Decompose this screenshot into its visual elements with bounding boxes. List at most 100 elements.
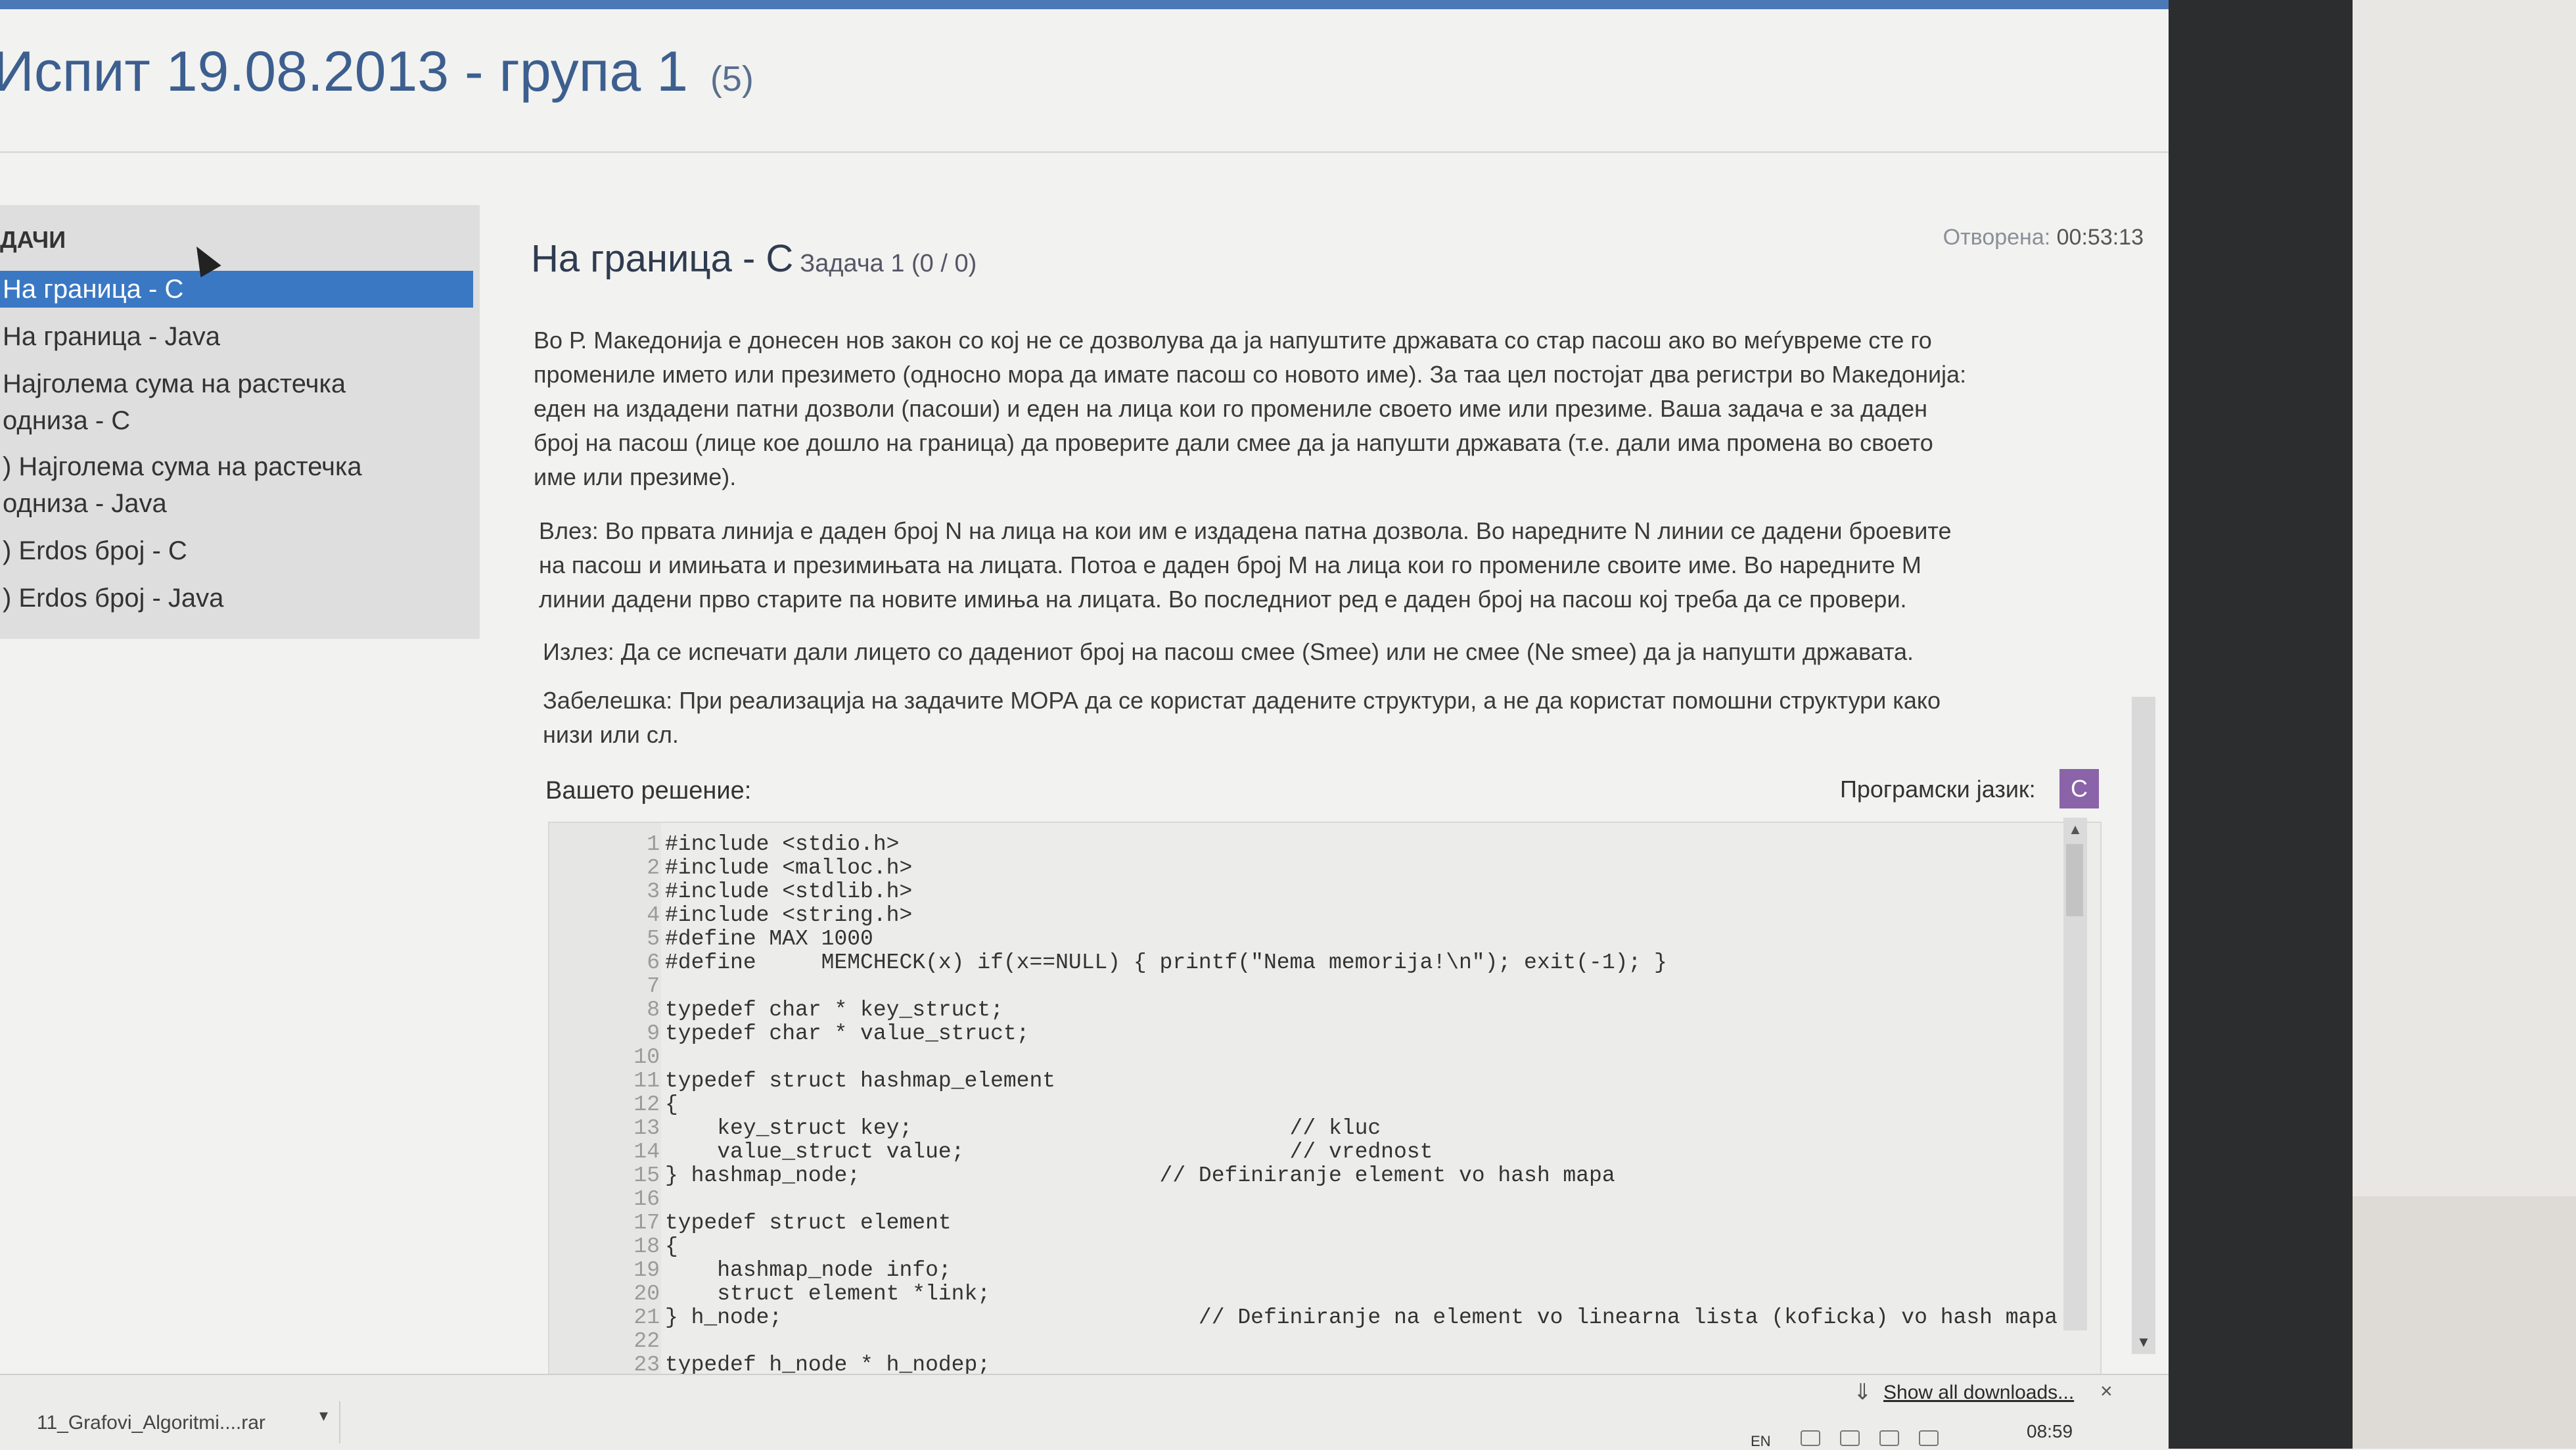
solution-label: Вашето решение: bbox=[545, 777, 752, 805]
line-number: 18 bbox=[633, 1234, 660, 1259]
sidebar-item-max-sum-c-line2[interactable]: одниза - C bbox=[0, 402, 473, 439]
sidebar-item-max-sum-java-line2[interactable]: одниза - Java bbox=[0, 485, 473, 522]
task-input-spec: Влез: Во првата линија е даден број N на… bbox=[539, 517, 1952, 613]
page-scrollbar[interactable]: ▼ bbox=[2132, 697, 2155, 1354]
line-number: 7 bbox=[647, 974, 660, 998]
exam-title: Испит 19.08.2013 - група 1 bbox=[0, 40, 688, 103]
code-line: 19 hashmap_node info; bbox=[549, 1258, 2061, 1282]
code-line: 7 bbox=[549, 974, 2061, 998]
code-line: 12{ bbox=[549, 1092, 2061, 1117]
line-number: 6 bbox=[647, 950, 660, 975]
task-subtitle: Задача 1 (0 / 0) bbox=[800, 250, 977, 277]
line-number: 19 bbox=[633, 1258, 660, 1282]
code-text: } hashmap_node; // Definiranje element v… bbox=[665, 1163, 1615, 1188]
downloads-bar: 11_Grafovi_Algoritmi....rar ▾ ⇓ Show all… bbox=[0, 1374, 2169, 1450]
sidebar-item-erdos-java[interactable]: ) Erdos број - Java bbox=[0, 580, 473, 617]
opened-time: 00:53:13 bbox=[2056, 225, 2144, 250]
code-line: 14 value_struct value; // vrednost bbox=[549, 1140, 2061, 1164]
code-line: 15} hashmap_node; // Definiranje element… bbox=[549, 1163, 2061, 1188]
line-number: 1 bbox=[647, 832, 660, 856]
task-sidebar: ДАЧИ На граница - C На граница - Java На… bbox=[0, 205, 480, 639]
volume-icon[interactable] bbox=[1840, 1430, 1860, 1446]
line-number: 23 bbox=[633, 1353, 660, 1376]
code-line: 11 typedef struct hashmap_element bbox=[549, 1069, 2061, 1093]
language-label: Програмски јазик: bbox=[1840, 776, 2036, 803]
divider bbox=[339, 1401, 340, 1443]
line-number: 5 bbox=[647, 927, 660, 951]
code-line: 16 bbox=[549, 1187, 2061, 1211]
code-text: value_struct value; // vrednost bbox=[665, 1140, 1433, 1164]
code-text: { bbox=[665, 1092, 678, 1117]
download-icon: ⇓ bbox=[1853, 1380, 1872, 1405]
line-number: 15 bbox=[633, 1163, 660, 1188]
code-line: 8 typedef char * key_struct; bbox=[549, 998, 2061, 1022]
code-text: typedef char * value_struct; bbox=[665, 1021, 1030, 1046]
code-line: 6 #define MEMCHECK(x) if(x==NULL) { print… bbox=[549, 950, 2061, 975]
code-editor[interactable]: 1 #include <stdio.h> 2 #include <malloc.h> 3… bbox=[548, 822, 2102, 1376]
code-line: 5 #define MAX 1000 bbox=[549, 927, 2061, 951]
sidebar-item-na-granica-java[interactable]: На граница - Java bbox=[0, 318, 473, 355]
code-line: 17 typedef struct element bbox=[549, 1211, 2061, 1235]
sidebar-item-max-sum-c-line1[interactable]: Најголема сума на растечка bbox=[0, 365, 473, 402]
code-text: #include <malloc.h> bbox=[665, 856, 913, 880]
line-number: 10 bbox=[633, 1045, 660, 1069]
close-icon[interactable]: × bbox=[2100, 1379, 2113, 1403]
line-number: 13 bbox=[633, 1116, 660, 1140]
code-line: 9 typedef char * value_struct; bbox=[549, 1021, 2061, 1046]
code-line: 18{ bbox=[549, 1234, 2061, 1259]
code-text: typedef struct hashmap_element bbox=[665, 1069, 1056, 1093]
code-line: 1 #include <stdio.h> bbox=[549, 832, 2061, 856]
line-number: 8 bbox=[647, 998, 660, 1022]
monitor-bezel bbox=[2169, 0, 2353, 1449]
code-text: typedef h_node * h_nodep; bbox=[665, 1353, 991, 1376]
scroll-up-icon[interactable]: ▲ bbox=[2063, 818, 2087, 841]
code-text: typedef char * key_struct; bbox=[665, 998, 1003, 1022]
language-selector[interactable]: C bbox=[2059, 769, 2099, 808]
opened-timer: Отворена: 00:53:13 bbox=[1943, 225, 2144, 250]
top-accent-bar bbox=[0, 0, 2169, 9]
editor-scrollbar[interactable]: ▲ bbox=[2063, 818, 2087, 1330]
code-text: hashmap_node info; bbox=[665, 1258, 952, 1282]
code-line: 3 #include <stdlib.h> bbox=[549, 879, 2061, 904]
line-number: 22 bbox=[633, 1329, 660, 1353]
editor-scroll-thumb[interactable] bbox=[2066, 844, 2083, 916]
code-line: 4 #include <string.h> bbox=[549, 903, 2061, 927]
page-title: Испит 19.08.2013 - група 1 (5) bbox=[0, 39, 754, 105]
network-icon[interactable] bbox=[1801, 1430, 1820, 1446]
line-number: 20 bbox=[633, 1282, 660, 1306]
code-line: 23 typedef h_node * h_nodep; bbox=[549, 1353, 2061, 1376]
line-number: 12 bbox=[633, 1092, 660, 1117]
sidebar-heading: ДАЧИ bbox=[0, 226, 66, 253]
code-line: 10 bbox=[549, 1045, 2061, 1069]
scroll-down-icon[interactable]: ▼ bbox=[2132, 1330, 2155, 1354]
line-number: 11 bbox=[633, 1069, 660, 1093]
code-text: #include <stdio.h> bbox=[665, 832, 900, 856]
divider bbox=[0, 151, 2169, 153]
line-number: 2 bbox=[647, 856, 660, 880]
battery-icon[interactable] bbox=[1919, 1430, 1939, 1446]
flag-icon[interactable] bbox=[1879, 1430, 1899, 1446]
code-line: 13 key_struct key; // kluc bbox=[549, 1116, 2061, 1140]
line-number: 16 bbox=[633, 1187, 660, 1211]
show-all-downloads-link[interactable]: Show all downloads... bbox=[1883, 1382, 2074, 1404]
code-line: 21} h_node; // Definiranje na element vo… bbox=[549, 1305, 2061, 1330]
task-output-spec: Излез: Да се испечати дали лицето со дад… bbox=[543, 638, 1914, 665]
code-text: } h_node; // Definiranje na element vo l… bbox=[665, 1305, 2058, 1330]
sidebar-item-na-granica-c[interactable]: На граница - C bbox=[0, 271, 473, 308]
chevron-down-icon[interactable]: ▾ bbox=[319, 1405, 328, 1426]
line-number: 17 bbox=[633, 1211, 660, 1235]
language-indicator[interactable]: EN bbox=[1751, 1433, 1771, 1450]
line-number: 21 bbox=[633, 1305, 660, 1330]
task-title: На граница - C Задача 1 (0 / 0) bbox=[531, 237, 977, 280]
task-note: Забелешка: При реализација на задачите М… bbox=[543, 687, 1941, 748]
code-text: struct element *link; bbox=[665, 1282, 991, 1306]
download-item[interactable]: 11_Grafovi_Algoritmi....rar bbox=[37, 1412, 265, 1434]
code-text: key_struct key; // kluc bbox=[665, 1116, 1381, 1140]
line-number: 4 bbox=[647, 903, 660, 927]
code-text: { bbox=[665, 1234, 678, 1259]
line-number: 14 bbox=[633, 1140, 660, 1164]
sidebar-item-erdos-c[interactable]: ) Erdos број - C bbox=[0, 532, 473, 569]
sidebar-item-max-sum-java-line1[interactable]: ) Најголема сума на растечка bbox=[0, 448, 473, 485]
clock[interactable]: 08:59 bbox=[2027, 1421, 2073, 1442]
line-number: 3 bbox=[647, 879, 660, 904]
